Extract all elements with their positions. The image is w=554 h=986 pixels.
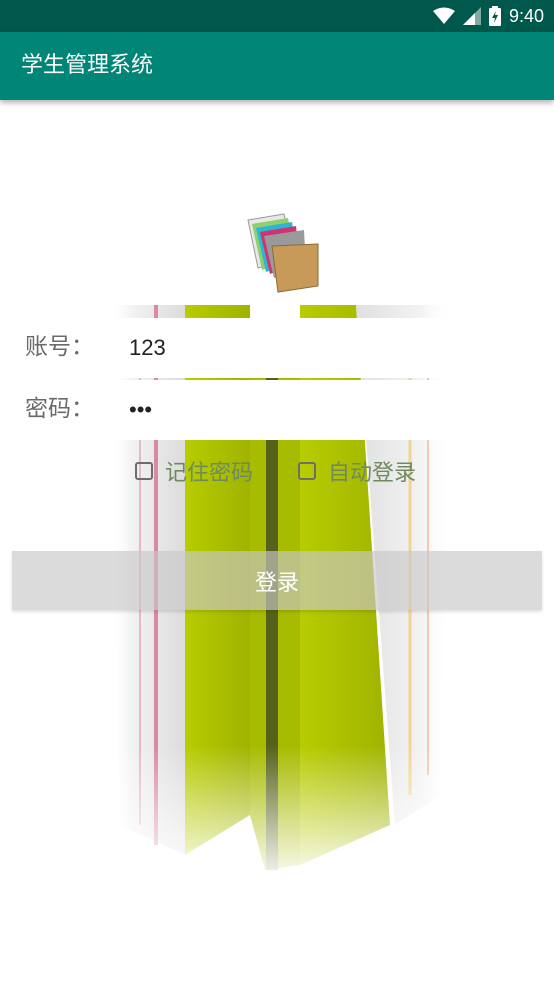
account-row: 账号： (0, 316, 554, 378)
password-input[interactable] (111, 380, 462, 440)
remember-password-label: 记住密码 (165, 461, 254, 486)
remember-checkbox-box[interactable] (135, 462, 153, 480)
status-icons: 9:40 (432, 0, 544, 32)
status-bar: 9:40 (0, 0, 554, 32)
account-input[interactable] (111, 318, 462, 378)
auto-login-checkbox-box[interactable] (298, 462, 316, 480)
signal-icon (462, 7, 481, 25)
auto-login-checkbox[interactable]: 自动登录 (298, 452, 416, 490)
wifi-icon (432, 7, 455, 24)
remember-password-checkbox[interactable]: 记住密码 (135, 452, 253, 490)
password-label: 密码： (25, 396, 94, 422)
app-bar: 学生管理系统 (0, 32, 554, 100)
books-icon (247, 213, 319, 293)
app-title: 学生管理系统 (21, 53, 154, 78)
status-time: 9:40 (508, 5, 544, 26)
auto-login-label: 自动登录 (328, 461, 417, 486)
password-row: 密码： (0, 378, 554, 440)
login-button[interactable]: 登录 (12, 551, 542, 610)
battery-icon (488, 6, 501, 26)
books-logo (234, 210, 320, 296)
account-label: 账号： (25, 334, 94, 360)
